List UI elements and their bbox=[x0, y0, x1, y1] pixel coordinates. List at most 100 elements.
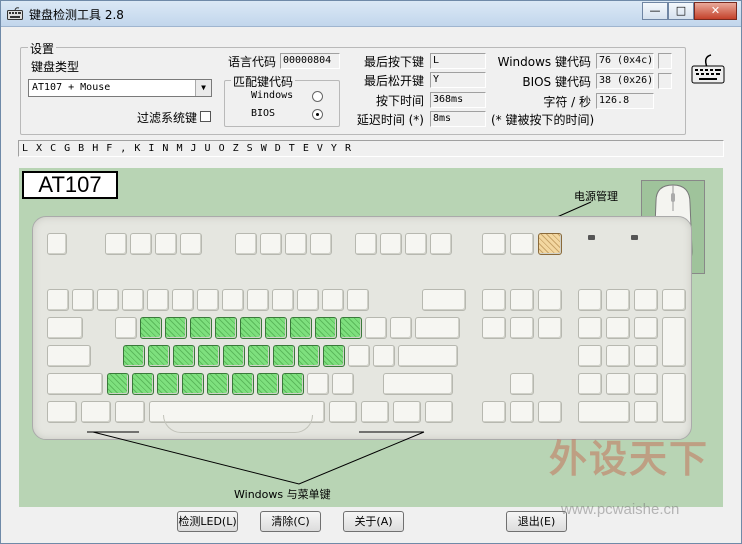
key-function bbox=[235, 233, 257, 255]
key-numpad bbox=[578, 289, 602, 311]
title-bar[interactable]: 键盘检测工具 2.8 — □ ✕ bbox=[1, 1, 741, 27]
key-letter bbox=[340, 317, 362, 339]
key-system bbox=[510, 233, 534, 255]
key-numpad-dot bbox=[634, 401, 658, 423]
key-numpad bbox=[634, 345, 658, 367]
lang-code-field: 00000804 bbox=[280, 53, 340, 69]
key-numpad-enter bbox=[662, 373, 686, 423]
watermark-url: www.pcwaishe.cn bbox=[561, 501, 680, 518]
clear-button[interactable]: 清除(C) bbox=[260, 511, 321, 532]
key-number bbox=[247, 289, 269, 311]
watermark-logo: 外设天下 bbox=[549, 436, 710, 481]
key-letter bbox=[282, 373, 304, 395]
keyboard-body bbox=[32, 216, 692, 440]
exit-button[interactable]: 退出(E) bbox=[506, 511, 567, 532]
match-bios-label: BIOS bbox=[251, 108, 276, 119]
key-number bbox=[297, 289, 319, 311]
win-code-indicator bbox=[658, 53, 672, 69]
key-nav bbox=[538, 289, 562, 311]
key-win bbox=[81, 401, 111, 423]
key-numpad bbox=[578, 317, 602, 339]
lang-code-label: 语言代码 bbox=[227, 55, 276, 69]
last-pressed-label: 最后按下键 bbox=[363, 55, 424, 69]
key-function bbox=[155, 233, 177, 255]
key-letter bbox=[132, 373, 154, 395]
key-letter bbox=[140, 317, 162, 339]
key-number bbox=[147, 289, 169, 311]
key-system bbox=[538, 233, 562, 255]
key-number bbox=[322, 289, 344, 311]
key-letter bbox=[240, 317, 262, 339]
key-function bbox=[130, 233, 152, 255]
close-button[interactable]: ✕ bbox=[694, 2, 737, 20]
key-function bbox=[405, 233, 427, 255]
key-shift-right bbox=[383, 373, 453, 395]
key-nav bbox=[482, 289, 506, 311]
key-number bbox=[122, 289, 144, 311]
key-system bbox=[482, 233, 506, 255]
about-button[interactable]: 关于(A) bbox=[343, 511, 404, 532]
key-numpad bbox=[606, 345, 630, 367]
key-letter bbox=[248, 345, 270, 367]
key-number bbox=[347, 289, 369, 311]
key-shift bbox=[47, 373, 103, 395]
lock-led bbox=[588, 235, 595, 240]
key-letter bbox=[390, 317, 412, 339]
chevron-down-icon[interactable]: ▼ bbox=[195, 80, 211, 96]
last-pressed-field: L bbox=[430, 53, 486, 69]
key-letter bbox=[332, 373, 354, 395]
key-numpad bbox=[578, 345, 602, 367]
key-number bbox=[197, 289, 219, 311]
key-number bbox=[272, 289, 294, 311]
key-letter bbox=[190, 317, 212, 339]
key-letter bbox=[165, 317, 187, 339]
key-ctrl-right bbox=[425, 401, 453, 423]
minimize-button[interactable]: — bbox=[642, 2, 668, 20]
key-function bbox=[105, 233, 127, 255]
match-bios-radio[interactable] bbox=[312, 109, 323, 120]
key-tab bbox=[47, 317, 83, 339]
key-up bbox=[510, 373, 534, 395]
key-numpad bbox=[634, 373, 658, 395]
settings-group-title: 设置 bbox=[28, 40, 57, 57]
press-time-field: 368ms bbox=[430, 92, 486, 108]
key-letter bbox=[265, 317, 287, 339]
key-number bbox=[172, 289, 194, 311]
key-letter bbox=[290, 317, 312, 339]
windows-key-callout bbox=[87, 431, 425, 485]
key-caps bbox=[47, 345, 91, 367]
key-menu bbox=[393, 401, 421, 423]
key-ctrl bbox=[47, 401, 77, 423]
key-letter bbox=[107, 373, 129, 395]
key-numpad bbox=[578, 373, 602, 395]
lock-led bbox=[631, 235, 638, 240]
bios-code-label: BIOS 键代码 bbox=[522, 75, 591, 89]
key-letter bbox=[298, 345, 320, 367]
key-alt-right bbox=[329, 401, 357, 423]
key-letter bbox=[215, 317, 237, 339]
key-esc bbox=[47, 233, 67, 255]
key-letter bbox=[182, 373, 204, 395]
key-letter bbox=[323, 345, 345, 367]
filter-checkbox[interactable] bbox=[200, 111, 211, 122]
kb-type-select[interactable]: AT107 + Mouse ▼ bbox=[28, 79, 212, 97]
key-letter bbox=[365, 317, 387, 339]
window-title: 键盘检测工具 2.8 bbox=[29, 8, 124, 22]
win-code-field: 76 (0x4c) bbox=[596, 53, 654, 69]
kb-type-label: 键盘类型 bbox=[31, 60, 80, 74]
bios-code-indicator bbox=[658, 73, 672, 89]
key-letter bbox=[148, 345, 170, 367]
key-function bbox=[380, 233, 402, 255]
detect-led-button[interactable]: 检测LED(L) bbox=[177, 511, 238, 532]
key-letter bbox=[315, 317, 337, 339]
key-arrow bbox=[510, 401, 534, 423]
match-windows-radio[interactable] bbox=[312, 91, 323, 102]
last-released-label: 最后松开键 bbox=[363, 74, 424, 88]
match-windows-label: Windows bbox=[251, 90, 294, 101]
key-win-right bbox=[361, 401, 389, 423]
maximize-button[interactable]: □ bbox=[668, 2, 694, 20]
key-letter bbox=[257, 373, 279, 395]
filter-label: 过滤系统键 bbox=[137, 111, 198, 125]
keyboard-model-label: AT107 bbox=[22, 171, 118, 199]
key-function bbox=[180, 233, 202, 255]
